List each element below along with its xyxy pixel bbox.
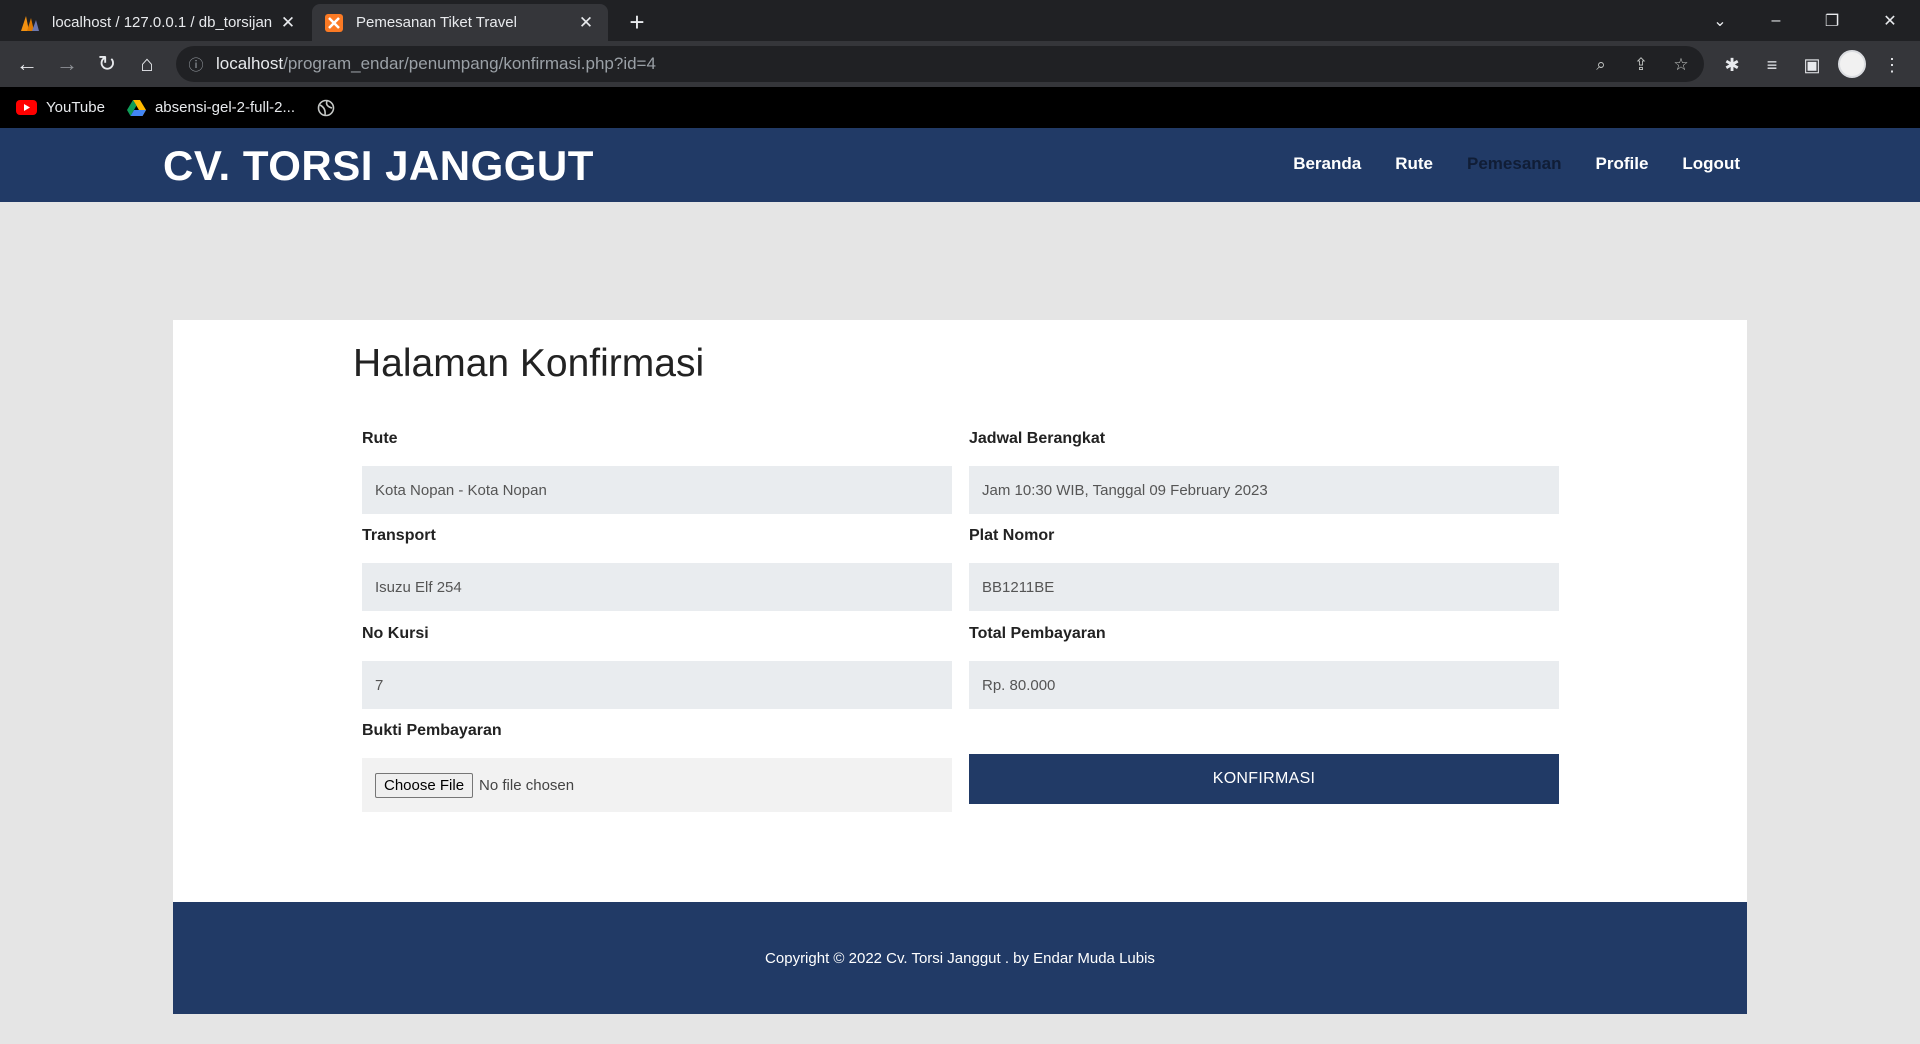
close-tab-icon[interactable]: ✕ [278, 13, 298, 33]
tab-title: localhost / 127.0.0.1 / db_torsijan [52, 14, 273, 31]
browser-toolbar: ← → ↻ ⌂ ⓘ localhost/program_endar/penump… [0, 41, 1920, 87]
total-input[interactable]: Rp. 80.000 [969, 661, 1559, 709]
media-control-icon[interactable]: ≡ [1760, 53, 1784, 77]
transport-field: Transport Isuzu Elf 254 [362, 527, 952, 611]
browser-tab-phpmyadmin[interactable]: localhost / 127.0.0.1 / db_torsijan ✕ [8, 4, 310, 41]
footer-copyright: Copyright © 2022 Cv. Torsi Janggut . by … [765, 949, 1155, 967]
rute-label: Rute [362, 430, 398, 447]
close-tab-icon[interactable]: ✕ [576, 13, 596, 33]
nav-pemesanan[interactable]: Pemesanan [1467, 154, 1562, 174]
rute-input[interactable]: Kota Nopan - Kota Nopan [362, 466, 952, 514]
window-close-icon[interactable]: ✕ [1862, 0, 1918, 41]
transport-label: Transport [362, 527, 436, 544]
bookmark-youtube[interactable]: YouTube [16, 99, 105, 116]
total-label: Total Pembayaran [969, 625, 1106, 642]
profile-avatar[interactable] [1838, 50, 1866, 78]
plat-field: Plat Nomor BB1211BE [969, 527, 1559, 611]
transport-input[interactable]: Isuzu Elf 254 [362, 563, 952, 611]
nav-profile[interactable]: Profile [1596, 154, 1649, 174]
phpmyadmin-icon [20, 13, 40, 33]
jadwal-label: Jadwal Berangkat [969, 430, 1106, 447]
bukti-file-input[interactable]: Choose File No file chosen [362, 758, 952, 812]
nav-rute[interactable]: Rute [1395, 154, 1433, 174]
total-field: Total Pembayaran Rp. 80.000 [969, 625, 1559, 709]
more-menu-icon[interactable]: ⋮ [1880, 53, 1904, 77]
globe-icon [317, 99, 335, 117]
home-icon[interactable]: ⌂ [130, 47, 164, 81]
site-header: CV. TORSI JANGGUT Beranda Rute Pemesanan… [0, 128, 1920, 202]
bookmark-star-icon[interactable]: ☆ [1670, 54, 1692, 76]
restore-icon[interactable]: ❐ [1804, 0, 1860, 41]
share-icon[interactable]: ⇪ [1630, 54, 1652, 76]
kursi-label: No Kursi [362, 625, 429, 642]
plat-label: Plat Nomor [969, 527, 1055, 544]
choose-file-button[interactable]: Choose File [375, 772, 474, 798]
nav-logout[interactable]: Logout [1682, 154, 1740, 174]
bukti-field: Bukti Pembayaran Choose File No file cho… [362, 722, 952, 812]
bukti-label: Bukti Pembayaran [362, 722, 502, 739]
google-drive-icon [126, 99, 146, 116]
confirmation-card: Halaman Konfirmasi Rute Kota Nopan - Kot… [173, 320, 1747, 902]
xampp-icon [324, 13, 344, 33]
plat-input[interactable]: BB1211BE [969, 563, 1559, 611]
browser-tab-bar: localhost / 127.0.0.1 / db_torsijan ✕ Pe… [0, 0, 1920, 41]
rute-field: Rute Kota Nopan - Kota Nopan [362, 430, 952, 514]
site-info-icon[interactable]: ⓘ [176, 54, 216, 75]
site-footer: Copyright © 2022 Cv. Torsi Janggut . by … [173, 902, 1747, 1014]
tab-title: Pemesanan Tiket Travel [356, 14, 517, 31]
kursi-input[interactable]: 7 [362, 661, 952, 709]
minimize-icon[interactable]: – [1748, 0, 1804, 41]
jadwal-field: Jadwal Berangkat Jam 10:30 WIB, Tanggal … [969, 430, 1559, 514]
page-title: Halaman Konfirmasi [353, 342, 705, 385]
back-icon[interactable]: ← [10, 47, 44, 81]
bookmark-absensi[interactable]: absensi-gel-2-full-2... [126, 99, 295, 116]
bookmark-globe[interactable] [317, 99, 344, 117]
file-status: No file chosen [479, 776, 575, 794]
site-brand[interactable]: CV. TORSI JANGGUT [163, 142, 594, 190]
forward-icon[interactable]: → [50, 47, 84, 81]
side-panel-icon[interactable]: ▣ [1800, 53, 1824, 77]
kursi-field: No Kursi 7 [362, 625, 952, 709]
extensions-icon[interactable]: ✱ [1720, 53, 1744, 77]
url-text: localhost/program_endar/penumpang/konfir… [216, 54, 656, 73]
tab-search-icon[interactable]: ⌄ [1692, 0, 1748, 41]
nav-beranda[interactable]: Beranda [1293, 154, 1361, 174]
youtube-icon [16, 100, 37, 115]
new-tab-icon[interactable]: + [622, 7, 652, 37]
main-nav: Beranda Rute Pemesanan Profile Logout [1259, 154, 1740, 174]
jadwal-input[interactable]: Jam 10:30 WIB, Tanggal 09 February 2023 [969, 466, 1559, 514]
browser-tab-pemesanan[interactable]: Pemesanan Tiket Travel ✕ [312, 4, 608, 41]
bookmarks-bar: YouTube absensi-gel-2-full-2... [0, 87, 1920, 128]
reload-icon[interactable]: ↻ [90, 47, 124, 81]
konfirmasi-button[interactable]: KONFIRMASI [969, 754, 1559, 804]
address-bar[interactable]: ⓘ localhost/program_endar/penumpang/konf… [176, 46, 1704, 82]
zoom-icon[interactable]: ⌕ [1590, 54, 1612, 76]
